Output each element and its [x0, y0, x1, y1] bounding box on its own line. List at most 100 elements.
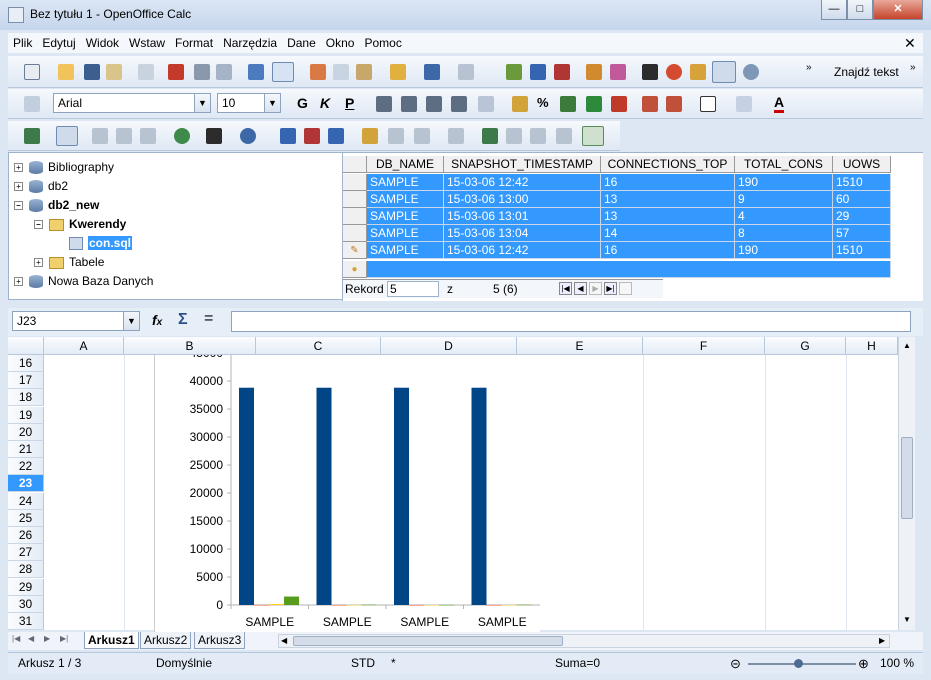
grid-cell-db-name[interactable]: SAMPLE	[367, 191, 444, 208]
tab-arkusz1[interactable]: Arkusz1	[84, 632, 139, 649]
merge-cells-icon[interactable]	[478, 96, 494, 112]
status-sum[interactable]: Suma=0	[555, 653, 600, 674]
find-icon[interactable]	[642, 64, 658, 80]
new-record-row[interactable]	[367, 261, 891, 278]
grid-cell-connections-top[interactable]: 13	[601, 208, 735, 225]
align-left-icon[interactable]	[376, 96, 392, 112]
grid-header-total-cons[interactable]: TOTAL_CONS	[735, 156, 833, 173]
tree-item-new-database[interactable]: + Nowa Baza Danych	[14, 272, 153, 290]
first-sheet-button[interactable]: |◀	[12, 634, 20, 643]
email-icon[interactable]	[106, 64, 122, 80]
expand-icon[interactable]: +	[34, 258, 43, 268]
mail-merge-icon[interactable]	[530, 128, 546, 144]
sum-icon[interactable]: Σ	[178, 311, 188, 329]
row-header[interactable]: 17	[8, 372, 44, 390]
save-record-icon[interactable]	[24, 128, 40, 144]
row-header[interactable]: 26	[8, 527, 44, 544]
sort-db-icon[interactable]	[328, 128, 344, 144]
sort-asc-db-icon[interactable]	[280, 128, 296, 144]
chevron-down-icon[interactable]: ▼	[123, 312, 139, 330]
find-text-label[interactable]: Znajdź tekst	[834, 65, 899, 79]
edit-file-icon[interactable]	[138, 64, 154, 80]
grid-cell-snapshot-timestamp[interactable]: 15-03-06 13:04	[444, 225, 601, 242]
grid-cell-total-cons[interactable]: 8	[735, 225, 833, 242]
grid-header-snapshot-timestamp[interactable]: SNAPSHOT_TIMESTAMP	[444, 156, 601, 173]
paste-icon[interactable]	[356, 64, 372, 80]
grid-cell-snapshot-timestamp[interactable]: 15-03-06 13:01	[444, 208, 601, 225]
bar-chart[interactable]: 0 5000 10000 15000 20000 25000 30000 35000 40000…	[154, 355, 540, 632]
grid-cell-db-name[interactable]: SAMPLE	[367, 208, 444, 225]
tab-arkusz3[interactable]: Arkusz3	[194, 632, 246, 649]
prev-record-button[interactable]: ◀	[574, 282, 587, 295]
grid-cell-snapshot-timestamp[interactable]: 15-03-06 13:00	[444, 191, 601, 208]
row-marker-new[interactable]: ●	[343, 261, 367, 278]
formula-equals-icon[interactable]: =	[204, 310, 213, 328]
new-icon[interactable]	[24, 64, 40, 80]
number-format-icon[interactable]	[560, 96, 576, 112]
zoom-out-icon[interactable]: ⊝	[730, 653, 741, 674]
remove-filter-icon[interactable]	[448, 128, 464, 144]
clone-format-icon[interactable]	[390, 64, 406, 80]
scroll-down-icon[interactable]: ▼	[903, 615, 911, 624]
sort-ascending-icon[interactable]	[530, 64, 546, 80]
explorer-icon[interactable]	[582, 126, 604, 146]
tree-item-db2-new[interactable]: – db2_new	[14, 196, 99, 214]
tree-item-tables[interactable]: + Tabele	[34, 253, 104, 271]
grid-cell-total-cons[interactable]: 190	[735, 174, 833, 191]
grid-cell-db-name[interactable]: SAMPLE	[367, 225, 444, 242]
column-header-e[interactable]: E	[517, 337, 643, 355]
grid-cell-connections-top[interactable]: 16	[601, 174, 735, 191]
new-record-button[interactable]	[619, 282, 632, 295]
column-header-g[interactable]: G	[765, 337, 846, 355]
collapse-icon[interactable]: –	[34, 220, 43, 230]
row-header[interactable]: 23	[8, 475, 44, 493]
undo-record-icon[interactable]	[174, 128, 190, 144]
menu-file[interactable]: Plik	[8, 33, 37, 53]
autofilter-icon[interactable]	[362, 128, 378, 144]
scroll-left-icon[interactable]: ◀	[281, 636, 287, 645]
grid-cell-total-cons[interactable]: 190	[735, 242, 833, 259]
expand-icon[interactable]: +	[14, 277, 23, 287]
zoom-in-icon[interactable]: ⊕	[858, 653, 869, 674]
tree-item-queries[interactable]: – Kwerendy	[34, 215, 126, 233]
row-header[interactable]: 16	[8, 355, 44, 372]
find-record-icon[interactable]	[206, 128, 222, 144]
chevron-down-icon[interactable]: ▼	[264, 94, 280, 112]
increase-indent-icon[interactable]	[666, 96, 682, 112]
scroll-h-thumb[interactable]	[293, 636, 563, 646]
select-all-corner[interactable]	[8, 337, 44, 355]
column-header-c[interactable]: C	[256, 337, 381, 355]
apply-filter-icon[interactable]	[414, 128, 430, 144]
column-header-h[interactable]: H	[846, 337, 898, 355]
row-header[interactable]: 19	[8, 406, 44, 424]
edit-data-icon[interactable]	[56, 126, 78, 146]
status-style[interactable]: Domyślnie	[156, 653, 212, 674]
row-header[interactable]: 27	[8, 544, 44, 562]
underline-icon[interactable]: P	[345, 95, 354, 111]
add-decimal-icon[interactable]	[586, 96, 602, 112]
menu-help[interactable]: Pomoc	[359, 33, 406, 53]
chart-icon[interactable]	[586, 64, 602, 80]
chevron-down-icon[interactable]: ▼	[194, 94, 210, 112]
delete-decimal-icon[interactable]	[611, 96, 627, 112]
currency-icon[interactable]	[512, 96, 528, 112]
last-record-button[interactable]: ▶|	[604, 282, 617, 295]
name-box[interactable]: J23 ▼	[12, 311, 140, 331]
grid-cell-uows[interactable]: 29	[833, 208, 891, 225]
redo-icon[interactable]	[458, 64, 474, 80]
data-to-text-icon[interactable]	[482, 128, 498, 144]
align-right-icon[interactable]	[426, 96, 442, 112]
spellcheck-icon[interactable]	[248, 64, 264, 80]
grid-cell-uows[interactable]: 60	[833, 191, 891, 208]
sort-descending-icon[interactable]	[554, 64, 570, 80]
grid-cell-uows[interactable]: 1510	[833, 242, 891, 259]
row-header[interactable]: 30	[8, 595, 44, 613]
grid-header-connections-top[interactable]: CONNECTIONS_TOP	[601, 156, 735, 173]
borders-icon[interactable]	[700, 96, 716, 112]
close-document-icon[interactable]: ✕	[904, 35, 916, 52]
print-preview-icon[interactable]	[216, 64, 232, 80]
data-to-fields-icon[interactable]	[506, 128, 522, 144]
gallery-icon[interactable]	[690, 64, 706, 80]
grid-cell-snapshot-timestamp[interactable]: 15-03-06 12:42	[444, 242, 601, 259]
row-header[interactable]: 22	[8, 458, 44, 476]
